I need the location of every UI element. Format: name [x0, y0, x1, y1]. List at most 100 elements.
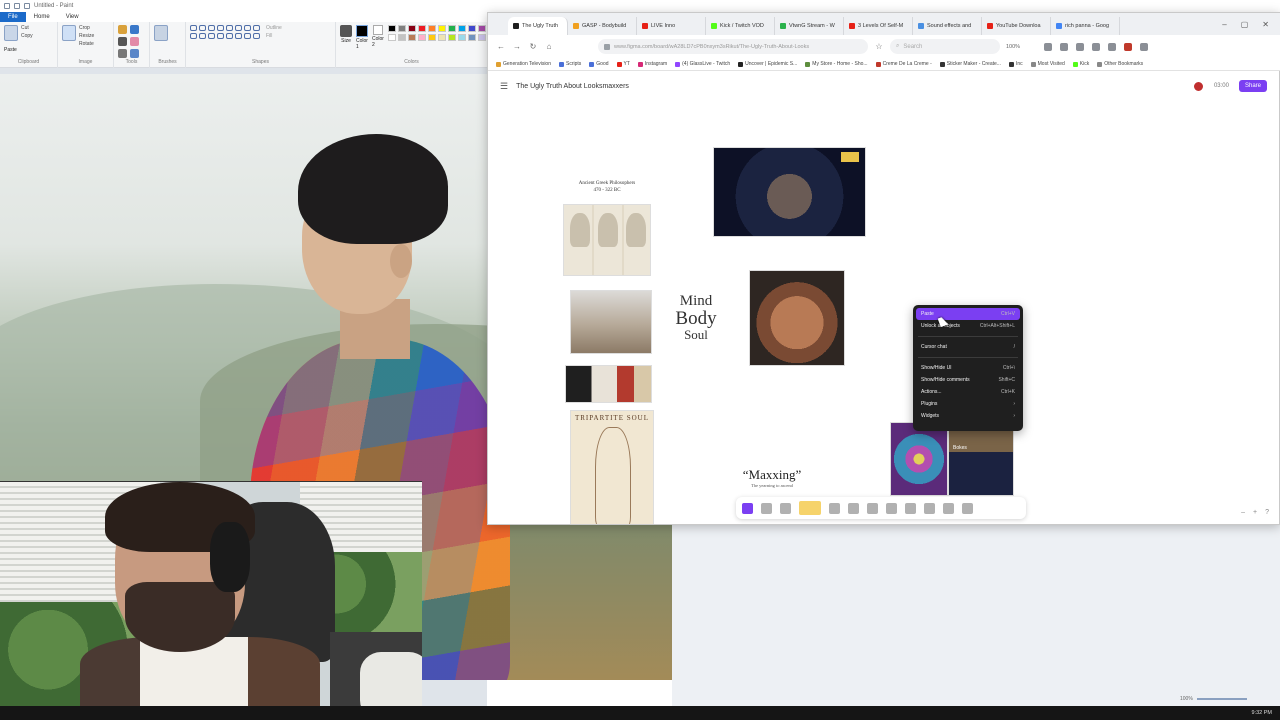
- eraser-icon[interactable]: [130, 37, 139, 46]
- context-menu-item[interactable]: Actions... Ctrl+K: [916, 386, 1020, 398]
- color-palette[interactable]: [387, 25, 486, 41]
- statue-image[interactable]: [570, 290, 652, 354]
- context-menu-item[interactable]: Show/Hide UI Ctrl+\: [916, 362, 1020, 374]
- browser-tab[interactable]: VtwnG Stream - W: [775, 17, 844, 35]
- search-input[interactable]: ⌕ Search: [890, 39, 1000, 54]
- menu-icon[interactable]: [1140, 42, 1149, 51]
- browser-tab[interactable]: Sound effects and: [913, 17, 982, 35]
- philosopher-busts-image[interactable]: [563, 204, 651, 276]
- palette-swatch[interactable]: [467, 34, 476, 41]
- shapes-gallery[interactable]: [190, 25, 260, 39]
- stamp-tool-icon[interactable]: [924, 502, 935, 514]
- context-menu-item[interactable]: Widgets ›: [916, 410, 1020, 422]
- bookmark-item[interactable]: Uncover | Epidemic S...: [738, 61, 797, 67]
- save-icon[interactable]: [4, 3, 10, 9]
- close-icon[interactable]: ✕: [1262, 20, 1269, 29]
- size-icon[interactable]: [340, 25, 352, 37]
- avatar[interactable]: [1192, 80, 1204, 92]
- browser-tab[interactable]: 3 Levels Of Self-M: [844, 17, 913, 35]
- tab-home[interactable]: Home: [26, 12, 58, 22]
- context-menu-item[interactable]: Paste Ctrl+V: [916, 308, 1020, 320]
- section-tool-icon[interactable]: [886, 502, 897, 514]
- timer-tool-icon[interactable]: [943, 502, 954, 514]
- magnifier-icon[interactable]: [130, 49, 139, 58]
- browser-tab[interactable]: GASP - Bodybuild: [568, 17, 637, 35]
- palette-swatch[interactable]: [397, 25, 406, 32]
- browser-tab[interactable]: YouTube Downloa: [982, 17, 1051, 35]
- bodybuilder-image[interactable]: [749, 270, 845, 366]
- palette-swatch[interactable]: [437, 34, 446, 41]
- color-picker-icon[interactable]: [118, 49, 127, 58]
- palette-swatch[interactable]: [427, 25, 436, 32]
- figma-menu-icon[interactable]: ☰: [500, 81, 508, 92]
- palette-swatch[interactable]: [477, 34, 486, 41]
- bookmark-item[interactable]: Instagram: [637, 61, 667, 67]
- bookmark-item[interactable]: YT: [616, 61, 630, 67]
- palette-swatch[interactable]: [417, 25, 426, 32]
- color1-swatch[interactable]: [356, 25, 368, 37]
- figma-file-name[interactable]: The Ugly Truth About Looksmaxxers: [516, 83, 629, 90]
- palette-swatch[interactable]: [447, 34, 456, 41]
- palette-swatch[interactable]: [477, 25, 486, 32]
- pencil-icon[interactable]: [118, 25, 127, 34]
- paste-icon[interactable]: [4, 25, 18, 41]
- shape-tool-icon[interactable]: [829, 502, 840, 514]
- palette-swatch[interactable]: [407, 25, 416, 32]
- bookmark-item[interactable]: Good: [589, 61, 609, 67]
- context-menu-item[interactable]: Unlock all objects Ctrl+Alt+Shift+L: [916, 320, 1020, 332]
- brushes-icon[interactable]: [154, 25, 168, 41]
- connector-tool-icon[interactable]: [848, 502, 859, 514]
- bookmark-item[interactable]: Sticker Maker - Create...: [939, 61, 1001, 67]
- sticky-note-icon[interactable]: [799, 501, 821, 515]
- maxxing-card[interactable]: “Maxxing” The yearning to ascend: [736, 467, 808, 488]
- psychedelic-collage-image[interactable]: Bokes: [948, 422, 1014, 496]
- browser-tab[interactable]: rich panna - Goog: [1051, 17, 1120, 35]
- palette-swatch[interactable]: [467, 25, 476, 32]
- browser-tab[interactable]: Kick / Twitch VOD: [706, 17, 775, 35]
- tab-view[interactable]: View: [58, 12, 87, 22]
- hand-tool-icon[interactable]: [761, 502, 772, 514]
- browser-zoom[interactable]: 100%: [1006, 44, 1020, 50]
- palette-swatch[interactable]: [437, 25, 446, 32]
- history-icon[interactable]: [1044, 42, 1053, 51]
- outline-dropdown[interactable]: Outline: [266, 25, 282, 31]
- brushes-label[interactable]: Brushes: [154, 59, 181, 65]
- help-icon[interactable]: ?: [1265, 509, 1269, 516]
- paste-button[interactable]: Paste: [4, 47, 53, 53]
- color2-swatch[interactable]: [372, 25, 383, 35]
- palette-swatch[interactable]: [447, 25, 456, 32]
- figma-board[interactable]: ☰ The Ugly Truth About Looksmaxxers 03:0…: [488, 71, 1279, 524]
- undo-icon[interactable]: [14, 3, 20, 9]
- browser-tab[interactable]: The Ugly Truth: [508, 17, 568, 35]
- palette-swatch[interactable]: [387, 34, 396, 41]
- url-bar[interactable]: www.figma.com/board/wA28LD7cPB0nxym3sRik…: [598, 39, 868, 54]
- reload-icon[interactable]: ↻: [528, 42, 538, 51]
- back-icon[interactable]: ←: [496, 42, 506, 51]
- share-button[interactable]: Share: [1238, 80, 1267, 92]
- zoom-out-icon[interactable]: –: [1241, 509, 1245, 516]
- bookmark-star-icon[interactable]: ☆: [874, 42, 884, 51]
- forward-icon[interactable]: →: [512, 42, 522, 51]
- fill-dropdown[interactable]: Fill: [266, 33, 282, 39]
- maximize-icon[interactable]: ▢: [1241, 20, 1249, 29]
- bookmark-item[interactable]: Most Visited: [1030, 61, 1065, 67]
- tripartite-soul-image[interactable]: TRIPARTITE SOUL: [570, 410, 654, 524]
- timer[interactable]: 03:00: [1214, 83, 1229, 89]
- philosophy-collage-image[interactable]: [565, 365, 652, 403]
- rotate-button[interactable]: Rotate: [79, 41, 94, 47]
- text-icon[interactable]: [118, 37, 127, 46]
- context-menu-item[interactable]: Plugins ›: [916, 398, 1020, 410]
- bookmark-item[interactable]: Generation Television: [496, 61, 551, 67]
- downloads-icon[interactable]: [1076, 42, 1085, 51]
- palette-swatch[interactable]: [407, 34, 416, 41]
- context-menu-item[interactable]: Show/Hide comments Shift+C: [916, 374, 1020, 386]
- gym-image[interactable]: [713, 147, 866, 237]
- crop-button[interactable]: Crop: [79, 25, 94, 31]
- profile-icon[interactable]: [1124, 42, 1133, 51]
- psychedelic-art-image[interactable]: [890, 422, 948, 496]
- bookmark-item[interactable]: (4) GlassLive - Twitch: [675, 61, 730, 67]
- cut-button[interactable]: Cut: [21, 25, 33, 31]
- palette-swatch[interactable]: [397, 34, 406, 41]
- bookmark-item[interactable]: Scripts: [559, 61, 581, 67]
- context-menu-item[interactable]: Cursor chat /: [916, 341, 1020, 353]
